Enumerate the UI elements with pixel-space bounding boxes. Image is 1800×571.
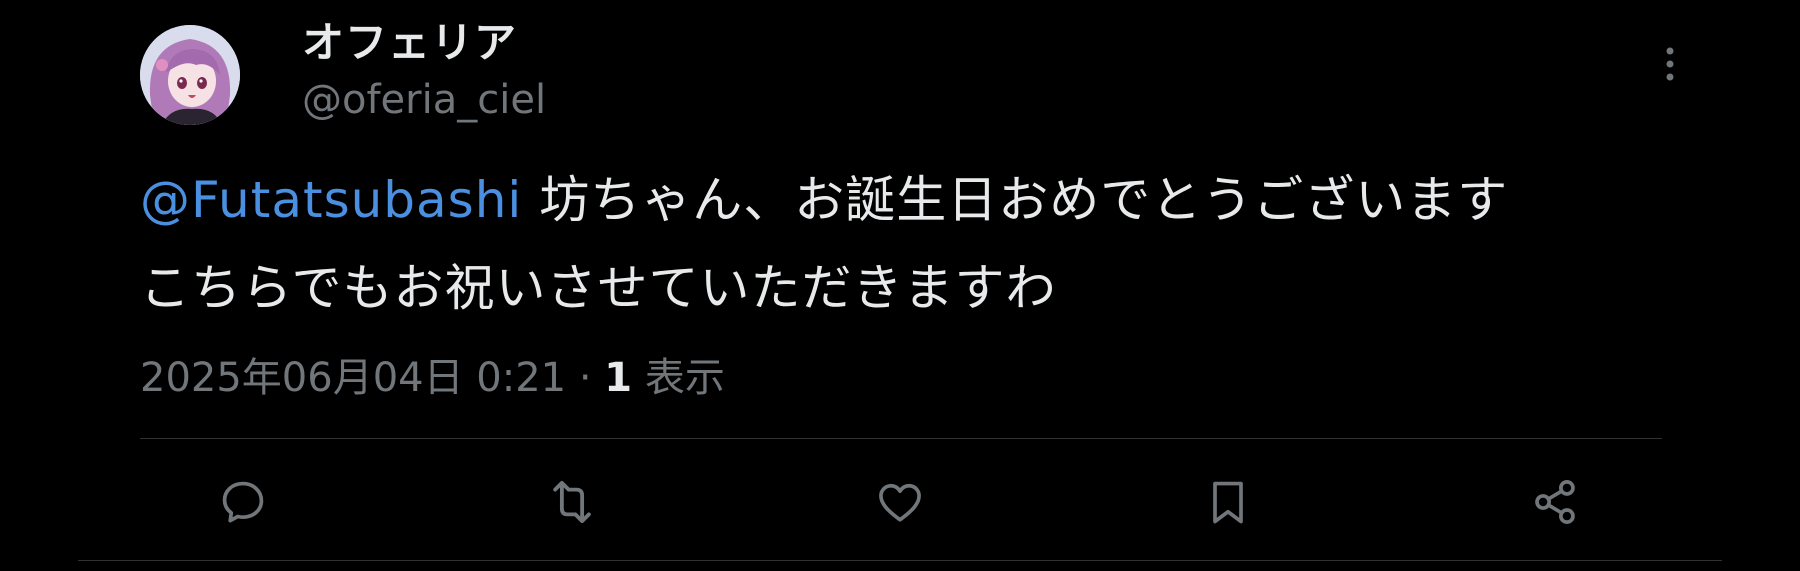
tweet-text-line1: 坊ちゃん、お誕生日おめでとうございます <box>522 171 1509 229</box>
divider <box>140 438 1662 439</box>
retweet-icon <box>553 480 591 524</box>
more-options-button[interactable] <box>1646 40 1694 88</box>
author-display-name[interactable]: オフェリア <box>302 14 517 72</box>
share-icon <box>1535 480 1575 524</box>
retweet-button[interactable] <box>544 474 600 530</box>
heart-icon <box>879 483 921 522</box>
views-label[interactable]: 表示 <box>632 355 725 401</box>
meta-separator: · <box>566 355 605 401</box>
tweet: オフェリア @oferia_ciel @Futatsubashi 坊ちゃん、お誕… <box>0 0 1800 571</box>
reply-icon <box>222 481 264 523</box>
more-vertical-icon <box>1666 47 1674 81</box>
like-button[interactable] <box>872 474 928 530</box>
timestamp-link[interactable]: 2025年06月04日 0:21 <box>140 355 566 401</box>
tweet-text-line2: こちらでもお祝いさせていただきますわ <box>140 259 1057 317</box>
bottom-divider <box>78 560 1722 561</box>
reply-button[interactable] <box>215 474 271 530</box>
mention-link[interactable]: @Futatsubashi <box>140 171 522 229</box>
share-button[interactable] <box>1527 474 1583 530</box>
avatar[interactable] <box>140 25 240 125</box>
avatar-image <box>140 25 240 125</box>
views-count[interactable]: 1 <box>604 355 632 401</box>
tweet-text: @Futatsubashi 坊ちゃん、お誕生日おめでとうございますこちらでもお祝… <box>140 156 1700 332</box>
bookmark-icon <box>1213 481 1243 524</box>
tweet-meta: 2025年06月04日 0:21 · 1 表示 <box>140 350 725 406</box>
bookmark-button[interactable] <box>1200 474 1256 530</box>
author-handle[interactable]: @oferia_ciel <box>302 74 546 126</box>
